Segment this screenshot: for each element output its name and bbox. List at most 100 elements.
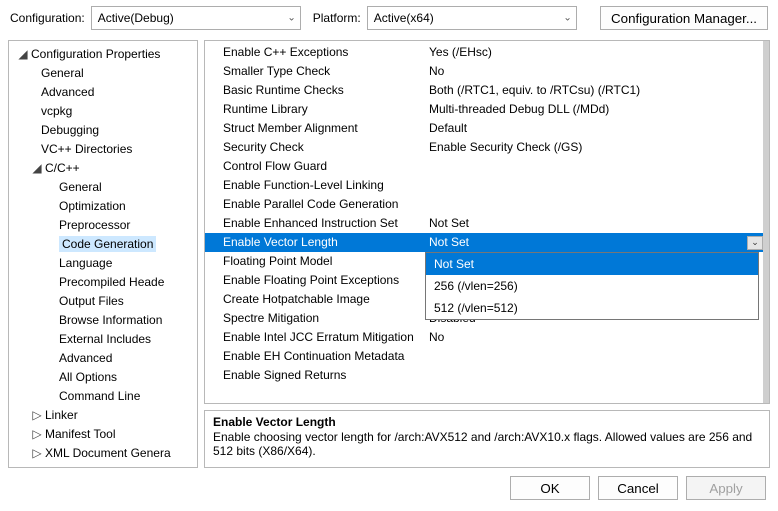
property-value[interactable]: Not Set	[425, 214, 769, 233]
apply-button[interactable]: Apply	[686, 476, 766, 500]
cancel-button[interactable]: Cancel	[598, 476, 678, 500]
property-value[interactable]: Both (/RTC1, equiv. to /RTCsu) (/RTC1)	[425, 81, 769, 100]
tree-item-manifest[interactable]: ▷Manifest Tool	[11, 425, 195, 444]
property-row[interactable]: Smaller Type CheckNo	[205, 62, 769, 81]
tree-item-ccpp-codegen[interactable]: Code Generation	[11, 235, 195, 254]
property-row[interactable]: Struct Member AlignmentDefault	[205, 119, 769, 138]
property-name: Basic Runtime Checks	[205, 81, 425, 100]
tree-item-debugging[interactable]: Debugging	[11, 121, 195, 140]
tree-item-general[interactable]: General	[11, 64, 195, 83]
property-row[interactable]: Basic Runtime ChecksBoth (/RTC1, equiv. …	[205, 81, 769, 100]
dropdown-option[interactable]: 512 (/vlen=512)	[426, 297, 758, 319]
expander-open-icon[interactable]: ◢	[31, 159, 43, 178]
tree-item-ccpp-browse[interactable]: Browse Information	[11, 311, 195, 330]
platform-label: Platform:	[313, 11, 361, 25]
property-name: Spectre Mitigation	[205, 309, 425, 328]
property-row[interactable]: Security CheckEnable Security Check (/GS…	[205, 138, 769, 157]
main-area: ◢Configuration Properties General Advanc…	[0, 36, 778, 468]
property-row[interactable]: Runtime LibraryMulti-threaded Debug DLL …	[205, 100, 769, 119]
property-value[interactable]: Not Set⌄	[425, 233, 769, 252]
expander-open-icon[interactable]: ◢	[17, 45, 29, 64]
property-value[interactable]	[425, 195, 769, 214]
configuration-manager-button[interactable]: Configuration Manager...	[600, 6, 768, 30]
property-row[interactable]: Enable Parallel Code Generation	[205, 195, 769, 214]
property-name: Enable Intel JCC Erratum Mitigation	[205, 328, 425, 347]
property-name: Enable C++ Exceptions	[205, 43, 425, 62]
tree-item-ccpp-general[interactable]: General	[11, 178, 195, 197]
platform-value: Active(x64)	[374, 11, 434, 25]
ok-button[interactable]: OK	[510, 476, 590, 500]
expander-closed-icon[interactable]: ▷	[31, 425, 43, 444]
property-name: Control Flow Guard	[205, 157, 425, 176]
property-name: Floating Point Model	[205, 252, 425, 271]
tree-item-ccpp-optimization[interactable]: Optimization	[11, 197, 195, 216]
property-row[interactable]: Enable Enhanced Instruction SetNot Set	[205, 214, 769, 233]
property-value[interactable]: No	[425, 62, 769, 81]
tree-item-linker[interactable]: ▷Linker	[11, 406, 195, 425]
property-value[interactable]: Default	[425, 119, 769, 138]
property-value[interactable]	[425, 157, 769, 176]
dropdown-option[interactable]: Not Set	[426, 253, 758, 275]
tree-item-ccpp-external[interactable]: External Includes	[11, 330, 195, 349]
property-value[interactable]: Yes (/EHsc)	[425, 43, 769, 62]
tree-item-ccpp-preprocessor[interactable]: Preprocessor	[11, 216, 195, 235]
property-name: Runtime Library	[205, 100, 425, 119]
chevron-down-icon: ⌄	[287, 13, 295, 24]
tree-item-advanced[interactable]: Advanced	[11, 83, 195, 102]
property-value[interactable]: Enable Security Check (/GS)	[425, 138, 769, 157]
property-value[interactable]	[425, 176, 769, 195]
property-name: Enable EH Continuation Metadata	[205, 347, 425, 366]
property-name: Struct Member Alignment	[205, 119, 425, 138]
config-tree[interactable]: ◢Configuration Properties General Advanc…	[11, 45, 195, 463]
tree-item-ccpp-pch[interactable]: Precompiled Heade	[11, 273, 195, 292]
property-row[interactable]: Control Flow Guard	[205, 157, 769, 176]
property-value[interactable]	[425, 366, 769, 385]
tree-root[interactable]: ◢Configuration Properties	[11, 45, 195, 64]
right-pane: Enable C++ ExceptionsYes (/EHsc)Smaller …	[204, 40, 770, 468]
property-row[interactable]: Enable C++ ExceptionsYes (/EHsc)	[205, 43, 769, 62]
tree-pane: ◢Configuration Properties General Advanc…	[8, 40, 198, 468]
property-name: Security Check	[205, 138, 425, 157]
property-row[interactable]: Enable Vector LengthNot Set⌄	[205, 233, 769, 252]
tree-item-ccpp-advanced[interactable]: Advanced	[11, 349, 195, 368]
property-value[interactable]	[425, 347, 769, 366]
tree-item-ccpp[interactable]: ◢C/C++	[11, 159, 195, 178]
property-name: Enable Floating Point Exceptions	[205, 271, 425, 290]
tree-item-ccpp-language[interactable]: Language	[11, 254, 195, 273]
property-value[interactable]: No	[425, 328, 769, 347]
configuration-combo[interactable]: Active(Debug) ⌄	[91, 6, 301, 30]
property-row[interactable]: Enable Signed Returns	[205, 366, 769, 385]
chevron-down-icon: ⌄	[563, 13, 571, 24]
dropdown-option[interactable]: 256 (/vlen=256)	[426, 275, 758, 297]
dialog-footer: OK Cancel Apply	[0, 468, 778, 508]
property-name: Create Hotpatchable Image	[205, 290, 425, 309]
property-row[interactable]: Enable Intel JCC Erratum MitigationNo	[205, 328, 769, 347]
chevron-down-icon[interactable]: ⌄	[747, 236, 763, 250]
property-name: Enable Vector Length	[205, 233, 425, 252]
configuration-value: Active(Debug)	[98, 11, 174, 25]
tree-item-vcdirs[interactable]: VC++ Directories	[11, 140, 195, 159]
configuration-label: Configuration:	[10, 11, 85, 25]
property-name: Enable Function-Level Linking	[205, 176, 425, 195]
expander-closed-icon[interactable]: ▷	[31, 444, 43, 463]
description-title: Enable Vector Length	[213, 415, 761, 429]
top-toolbar: Configuration: Active(Debug) ⌄ Platform:…	[0, 0, 778, 36]
property-row[interactable]: Enable EH Continuation Metadata	[205, 347, 769, 366]
platform-combo[interactable]: Active(x64) ⌄	[367, 6, 577, 30]
property-name: Enable Signed Returns	[205, 366, 425, 385]
property-row[interactable]: Enable Function-Level Linking	[205, 176, 769, 195]
property-name: Smaller Type Check	[205, 62, 425, 81]
property-grid: Enable C++ ExceptionsYes (/EHsc)Smaller …	[204, 40, 770, 404]
property-value[interactable]: Multi-threaded Debug DLL (/MDd)	[425, 100, 769, 119]
description-body: Enable choosing vector length for /arch:…	[213, 430, 761, 458]
expander-closed-icon[interactable]: ▷	[31, 406, 43, 425]
scrollbar[interactable]	[763, 41, 769, 403]
vector-length-dropdown[interactable]: Not Set256 (/vlen=256)512 (/vlen=512)	[425, 252, 759, 320]
tree-item-ccpp-cmdline[interactable]: Command Line	[11, 387, 195, 406]
tree-item-vcpkg[interactable]: vcpkg	[11, 102, 195, 121]
tree-item-xmldoc[interactable]: ▷XML Document Genera	[11, 444, 195, 463]
description-panel: Enable Vector Length Enable choosing vec…	[204, 410, 770, 468]
tree-item-ccpp-alloptions[interactable]: All Options	[11, 368, 195, 387]
tree-item-ccpp-output[interactable]: Output Files	[11, 292, 195, 311]
property-name: Enable Parallel Code Generation	[205, 195, 425, 214]
